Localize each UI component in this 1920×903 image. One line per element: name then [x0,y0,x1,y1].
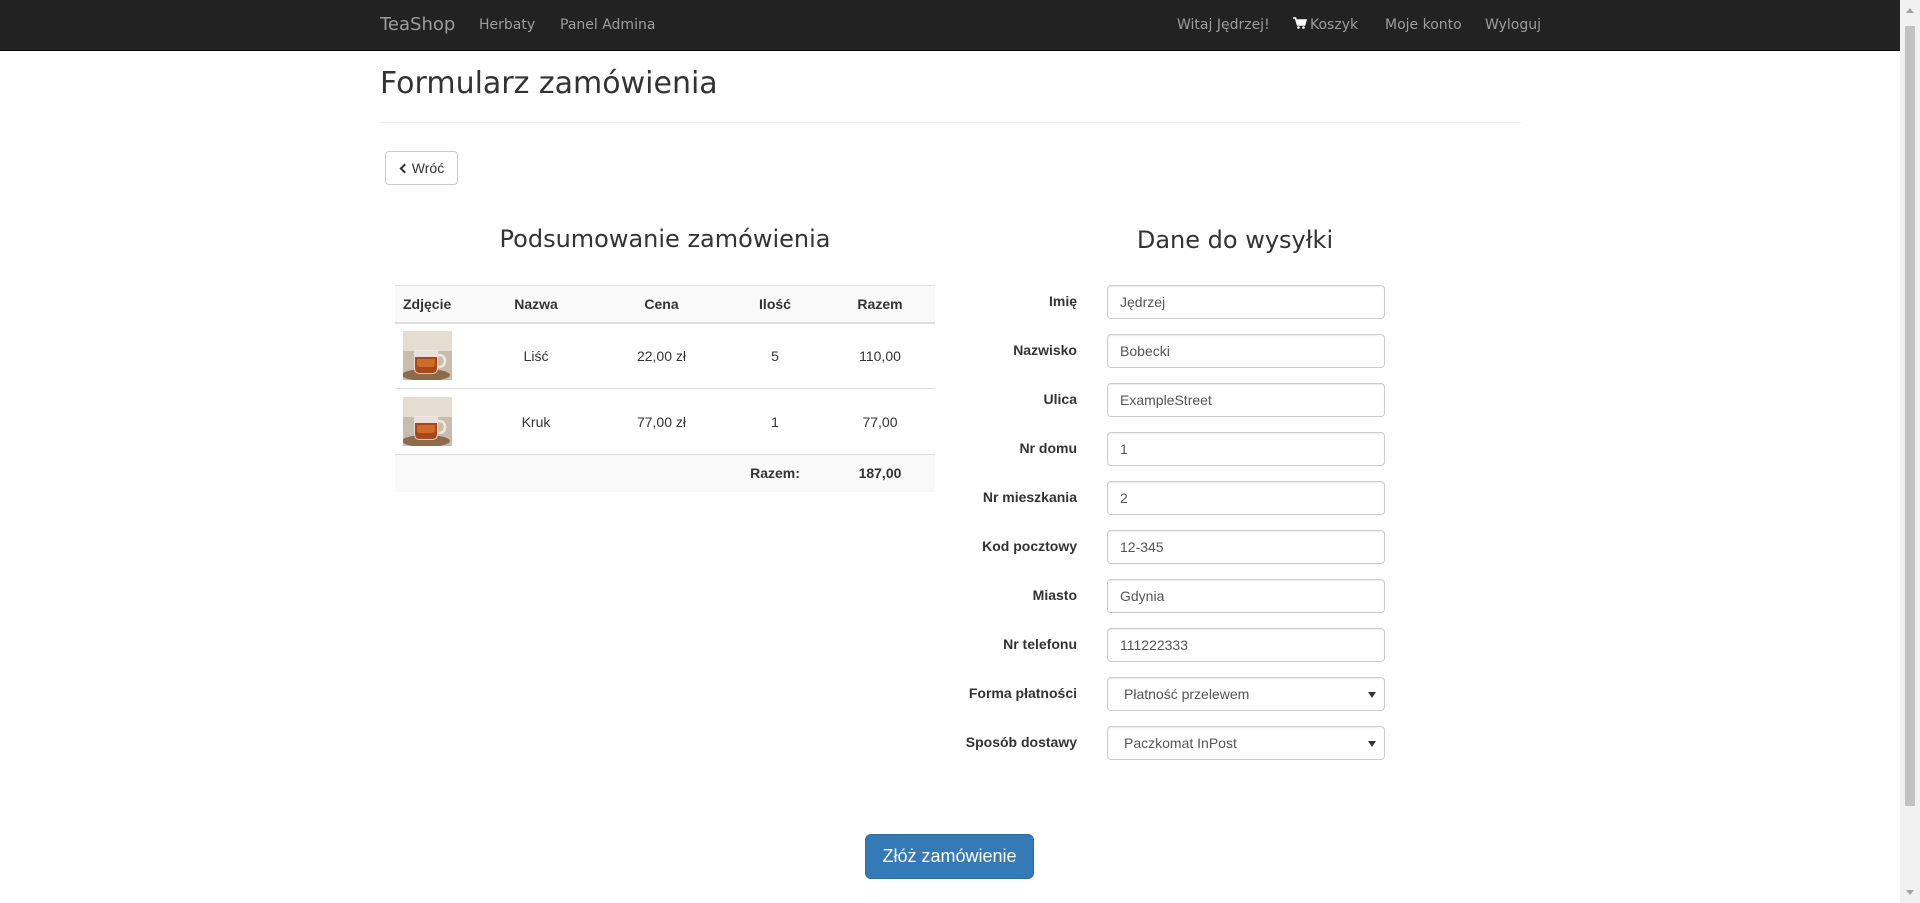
first-name-field[interactable] [1107,285,1385,319]
place-order-button[interactable]: Złóż zamówienie [865,834,1034,879]
apartment-number-label: Nr mieszkania [982,489,1077,505]
city-field[interactable] [1107,579,1385,613]
footer-empty-cell [474,454,598,492]
tea-cup-thumbnail [403,331,452,381]
delivery-method-select[interactable]: Paczkomat InPost [1107,726,1385,760]
brand-link[interactable]: TeaShop [380,0,455,51]
scroll-up-arrow-icon[interactable] [1906,8,1914,13]
apartment-number-field[interactable] [1107,481,1385,515]
house-number-label: Nr domu [1019,440,1077,456]
order-summary-table: Zdjęcie Nazwa Cena Ilość Razem Liść 22,0… [395,285,935,492]
scrollbar-thumb[interactable] [1905,26,1915,806]
last-name-field[interactable] [1107,334,1385,368]
product-quantity: 5 [725,322,825,389]
delivery-method-value: Paczkomat InPost [1124,735,1237,751]
first-name-label: Imię [1048,293,1077,309]
title-divider [380,122,1521,123]
delivery-method-label: Sposób dostawy [965,734,1077,750]
dropdown-arrow-icon [1368,692,1376,698]
cart-label: Koszyk [1310,17,1359,33]
phone-label: Nr telefonu [1003,636,1077,652]
tea-cup-thumbnail [403,397,452,446]
product-name: Kruk [474,388,598,455]
footer-grand-total: 187,00 [825,454,935,492]
nav-link-account[interactable]: Moje konto [1385,0,1462,51]
back-button[interactable]: Wróć [385,151,458,185]
street-field[interactable] [1107,383,1385,417]
col-header-zdjecie: Zdjęcie [395,285,474,324]
table-header-row: Zdjęcie Nazwa Cena Ilość Razem [395,285,935,324]
product-image-cell [395,322,474,389]
product-name: Liść [474,322,598,389]
vertical-scrollbar[interactable] [1900,0,1920,903]
product-quantity: 1 [725,388,825,455]
house-number-field[interactable] [1107,432,1385,466]
footer-empty-cell [395,454,474,492]
table-row: Liść 22,00 zł 5 110,00 [395,322,935,389]
postal-code-field[interactable] [1107,530,1385,564]
last-name-label: Nazwisko [1013,342,1077,358]
product-total: 77,00 [825,388,935,455]
product-price: 77,00 zł [598,388,725,455]
scroll-down-arrow-icon[interactable] [1906,890,1914,895]
nav-link-panel-admina[interactable]: Panel Admina [560,0,655,51]
nav-link-cart[interactable]: Koszyk [1293,0,1358,51]
phone-field[interactable] [1107,628,1385,662]
nav-greeting[interactable]: Witaj Jędrzej! [1177,0,1270,51]
page-title: Formularz zamówienia [380,66,718,101]
footer-total-label: Razem: [725,454,825,492]
payment-method-value: Płatność przelewem [1124,686,1250,702]
col-header-ilosc: Ilość [725,285,825,324]
top-navbar: TeaShop Herbaty Panel Admina Witaj Jędrz… [0,0,1900,51]
dropdown-arrow-icon [1368,741,1376,747]
nav-link-herbaty[interactable]: Herbaty [479,0,535,51]
shipping-heading: Dane do wysyłki [1136,226,1334,254]
street-label: Ulica [1043,391,1077,407]
payment-method-select[interactable]: Płatność przelewem [1107,677,1385,711]
footer-empty-cell [598,454,725,492]
back-button-label: Wróć [411,160,445,176]
col-header-cena: Cena [598,285,725,324]
postal-code-label: Kod pocztowy [982,538,1077,554]
product-price: 22,00 zł [598,322,725,389]
city-label: Miasto [1032,587,1077,603]
col-header-nazwa: Nazwa [474,285,598,324]
summary-heading: Podsumowanie zamówienia [499,225,831,253]
chevron-left-icon [399,163,410,173]
product-total: 110,00 [825,322,935,389]
table-footer-row: Razem: 187,00 [395,454,935,492]
cart-icon [1293,17,1307,29]
table-row: Kruk 77,00 zł 1 77,00 [395,388,935,455]
payment-method-label: Forma płatności [968,685,1077,701]
col-header-razem: Razem [825,285,935,324]
product-image-cell [395,388,474,455]
nav-link-logout[interactable]: Wyloguj [1485,0,1541,51]
